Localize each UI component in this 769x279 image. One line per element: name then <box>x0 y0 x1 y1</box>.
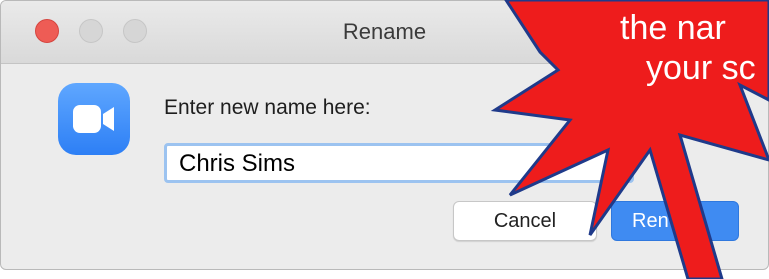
video-camera-icon <box>58 83 130 155</box>
callout-text-line-2: your sc <box>646 49 756 87</box>
prompt-label: Enter new name here: <box>164 96 371 119</box>
callout-text-line-1: the nar <box>620 9 726 47</box>
